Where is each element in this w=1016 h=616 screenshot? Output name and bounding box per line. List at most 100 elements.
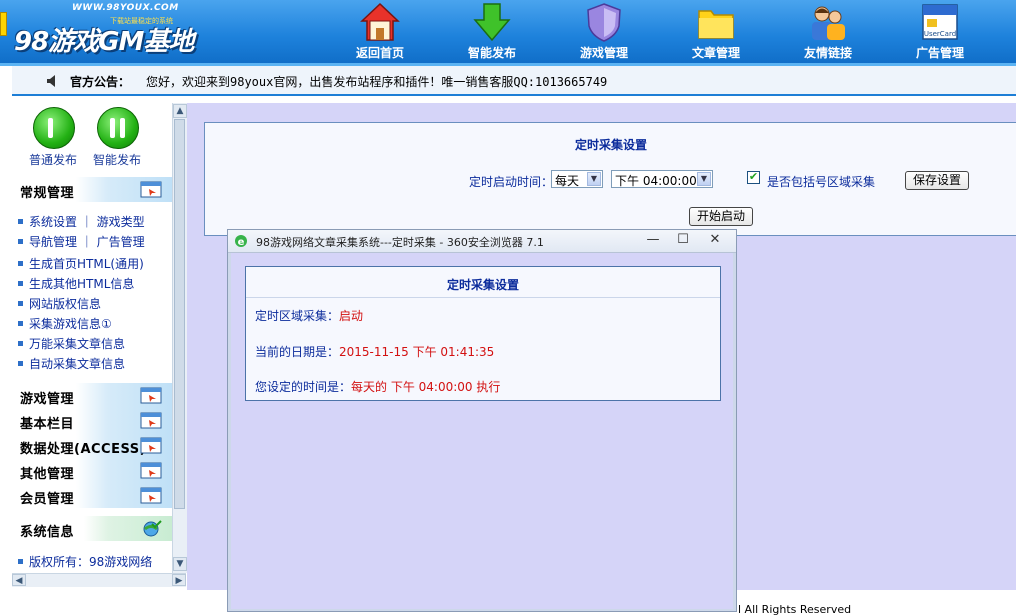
close-icon[interactable]: ✕ [704, 232, 726, 249]
section-data-access[interactable]: 数据处理(ACCESS) [12, 433, 172, 458]
sidebar-item-gen-home-html[interactable]: 生成首页HTML(通用) [18, 255, 144, 272]
window-icon [140, 181, 162, 198]
window-icon [140, 412, 162, 429]
maximize-icon[interactable]: ☐ [672, 232, 694, 249]
sidebar-item-universal-collect[interactable]: 万能采集文章信息 [18, 335, 125, 352]
schedule-settings-panel: 定时采集设置 定时启动时间： 每天 ▼ 下午 04:00:00 ▼ ✔ 是否包括… [204, 122, 1016, 236]
window-icon [140, 387, 162, 404]
nav-article-manage[interactable]: 文章管理 [668, 0, 764, 64]
minimize-icon[interactable]: — [642, 232, 664, 249]
section-game-manage[interactable]: 游戏管理 [12, 383, 172, 408]
footer-copyright: l All Rights Reserved [738, 603, 852, 616]
scroll-right-arrow-icon[interactable]: ▶ [172, 574, 186, 586]
section-title: 常规管理 [20, 186, 75, 201]
nav-smart-publish-label: 智能发布 [467, 46, 516, 60]
nav-friend-links[interactable]: 友情链接 [780, 0, 876, 64]
normal-publish-button[interactable]: 普通发布 [24, 107, 82, 171]
scroll-left-arrow-icon[interactable]: ◀ [12, 574, 26, 586]
left-edge-tab [0, 12, 7, 36]
section-other-manage[interactable]: 其他管理 [12, 458, 172, 483]
time-value: 下午 04:00:00 [615, 174, 697, 188]
section-title: 游戏管理 [20, 392, 75, 407]
chevron-down-icon: ▼ [697, 172, 711, 186]
window-icon [140, 487, 162, 504]
users-icon [812, 6, 845, 40]
svg-text:e: e [238, 237, 245, 248]
sidebar-item-nav-manage[interactable]: 导航管理 ｜ 广告管理 [18, 233, 145, 250]
nav-smart-publish[interactable]: 智能发布 [444, 0, 540, 64]
down-arrow-icon [473, 3, 511, 42]
nav-article-manage-label: 文章管理 [691, 46, 740, 60]
nav-friend-links-label: 友情链接 [803, 46, 852, 60]
chevron-down-icon: ▼ [587, 172, 601, 186]
globe-check-icon [143, 520, 162, 537]
section-title: 其他管理 [20, 467, 75, 482]
speaker-icon [47, 75, 55, 87]
browser-icon: e [235, 235, 247, 248]
announcement-bar: 官方公告： 您好，欢迎来到98youx官网，出售发布站程序和插件！唯一销售客服Q… [12, 66, 1016, 96]
section-general[interactable]: 常规管理 [12, 177, 172, 202]
sidebar-item-gen-other-html[interactable]: 生成其他HTML信息 [18, 275, 134, 292]
popup-content: 定时采集设置 定时区域采集：启动 当前的日期是：2015-11-15 下午 01… [231, 253, 733, 609]
schedule-popup-window: e 98游戏网络文章采集系统---定时采集 - 360安全浏览器 7.1 — ☐… [227, 229, 737, 612]
nav-game-manage-label: 游戏管理 [579, 46, 628, 60]
include-region-checkbox[interactable]: ✔ [747, 171, 760, 184]
folder-icon [698, 10, 734, 39]
frequency-value: 每天 [555, 174, 580, 188]
sidebar-copyright-text: 版权所有：98游戏网络 [18, 553, 152, 570]
section-title: 会员管理 [20, 492, 75, 507]
sidebar-horizontal-scrollbar[interactable]: ◀ ▶ [12, 573, 186, 587]
scrollbar-thumb[interactable] [174, 119, 185, 509]
usercard-icon: UserCard [922, 4, 958, 40]
sidebar-item-auto-collect[interactable]: 自动采集文章信息 [18, 355, 125, 372]
window-icon [140, 462, 162, 479]
section-basic-columns[interactable]: 基本栏目 [12, 408, 172, 433]
popup-titlebar[interactable]: e 98游戏网络文章采集系统---定时采集 - 360安全浏览器 7.1 — ☐… [228, 230, 736, 253]
scroll-down-arrow-icon[interactable]: ▼ [173, 557, 187, 571]
nav-ad-manage[interactable]: UserCard 广告管理 [892, 0, 988, 64]
sidebar-scrollbar[interactable]: ▲ ▼ [172, 103, 187, 573]
current-date-line: 当前的日期是：2015-11-15 下午 01:41:35 [255, 345, 495, 359]
pause-icon [33, 107, 75, 149]
start-button[interactable]: 开始启动 [689, 207, 753, 226]
sidebar-item-collect-games[interactable]: 采集游戏信息① [18, 315, 112, 332]
section-title: 数据处理(ACCESS) [20, 442, 147, 457]
shield-icon [587, 3, 621, 42]
pause-icon [97, 107, 139, 149]
section-title: 基本栏目 [20, 417, 75, 432]
site-logo: 98游戏GM基地 [14, 27, 194, 57]
announcement-label: 官方公告： [70, 75, 131, 89]
sidebar-item-system-settings[interactable]: 系统设置 ｜ 游戏类型 [18, 213, 145, 230]
smart-publish-label: 智能发布 [92, 153, 141, 167]
region-collect-status: 定时区域采集：启动 [255, 309, 364, 323]
include-region-label: 是否包括号区域采集 [767, 175, 876, 189]
popup-box-title: 定时采集设置 [446, 278, 519, 292]
frequency-select[interactable]: 每天 ▼ [551, 170, 603, 188]
announcement-text: 您好，欢迎来到98youx官网，出售发布站程序和插件！唯一销售客服QQ:1013… [146, 75, 608, 89]
nav-home-label: 返回首页 [355, 46, 404, 60]
popup-info-box: 定时采集设置 定时区域采集：启动 当前的日期是：2015-11-15 下午 01… [245, 266, 721, 401]
logo-site-url: WWW.98YOUX.COM [72, 3, 179, 13]
popup-divider [246, 297, 720, 298]
save-settings-button[interactable]: 保存设置 [905, 171, 969, 190]
nav-game-manage[interactable]: 游戏管理 [556, 0, 652, 64]
nav-ad-manage-label: 广告管理 [915, 46, 964, 60]
normal-publish-label: 普通发布 [28, 153, 77, 167]
scroll-up-arrow-icon[interactable]: ▲ [173, 104, 187, 118]
scheduled-time-line: 您设定的时间是：每天的 下午 04:00:00 执行 [255, 380, 501, 394]
popup-window-title: 98游戏网络文章采集系统---定时采集 - 360安全浏览器 7.1 [256, 236, 544, 249]
smart-publish-button[interactable]: 智能发布 [88, 107, 146, 171]
left-sidebar: 普通发布 智能发布 常规管理 系统设置 ｜ 游戏类型 导航管理 ｜ 广告管理 生… [12, 103, 172, 573]
nav-home[interactable]: 返回首页 [332, 0, 428, 64]
section-system-info[interactable]: 系统信息 [12, 516, 172, 541]
schedule-time-label: 定时启动时间： [469, 175, 554, 189]
section-member-manage[interactable]: 会员管理 [12, 483, 172, 508]
window-icon [140, 437, 162, 454]
section-title: 系统信息 [20, 525, 75, 540]
top-header: WWW.98YOUX.COM 下载站最稳定的系统 98游戏GM基地 返回首页 智… [0, 0, 1016, 66]
panel-title: 定时采集设置 [574, 138, 647, 152]
home-icon [360, 2, 400, 41]
svg-text:UserCard: UserCard [924, 30, 956, 38]
sidebar-item-copyright[interactable]: 网站版权信息 [18, 295, 101, 312]
time-select[interactable]: 下午 04:00:00 ▼ [611, 170, 713, 188]
